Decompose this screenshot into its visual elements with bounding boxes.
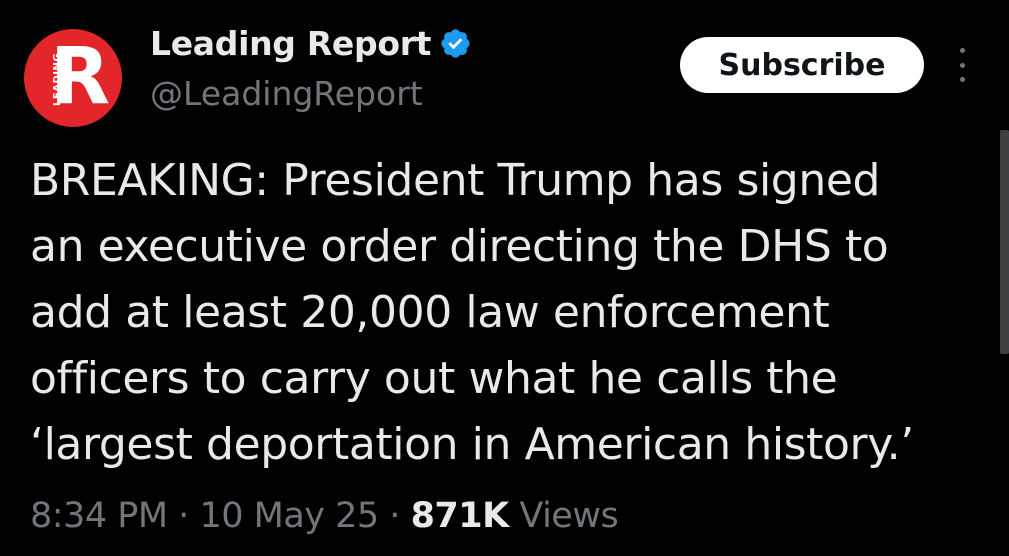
- avatar-vertical-text: LEADING: [52, 52, 63, 106]
- verified-badge-icon[interactable]: [439, 27, 472, 60]
- more-dot: [959, 62, 965, 68]
- views-label[interactable]: Views: [519, 496, 618, 536]
- tweet-line: an executive order directing the DHS to: [30, 221, 889, 272]
- author-handle[interactable]: @LeadingReport: [150, 74, 423, 113]
- meta-separator: ·: [389, 496, 400, 536]
- more-dot: [959, 48, 965, 53]
- author-name-row: Leading Report: [150, 24, 472, 63]
- tweet-meta: 8:34 PM · 10 May 25 · 871K Views: [30, 496, 619, 536]
- more-vertical-icon[interactable]: [950, 48, 974, 82]
- tweet-date[interactable]: 10 May 25: [199, 496, 379, 536]
- scrollbar[interactable]: [1000, 130, 1009, 354]
- subscribe-button[interactable]: Subscribe: [680, 37, 924, 93]
- views-count[interactable]: 871K: [411, 496, 510, 536]
- tweet-line: BREAKING: President Trump has signed: [30, 155, 881, 206]
- meta-separator: ·: [178, 496, 189, 536]
- more-dot: [959, 77, 965, 82]
- display-name[interactable]: Leading Report: [150, 24, 431, 63]
- tweet-line: ‘largest deportation in American history…: [30, 419, 914, 470]
- avatar[interactable]: LEADING R: [24, 29, 122, 127]
- tweet-line: add at least 20,000 law enforcement: [30, 287, 830, 338]
- tweet-line: officers to carry out what he calls the: [30, 353, 838, 404]
- tweet-time[interactable]: 8:34 PM: [30, 496, 168, 536]
- tweet-text: BREAKING: President Trump has signed an e…: [30, 148, 990, 478]
